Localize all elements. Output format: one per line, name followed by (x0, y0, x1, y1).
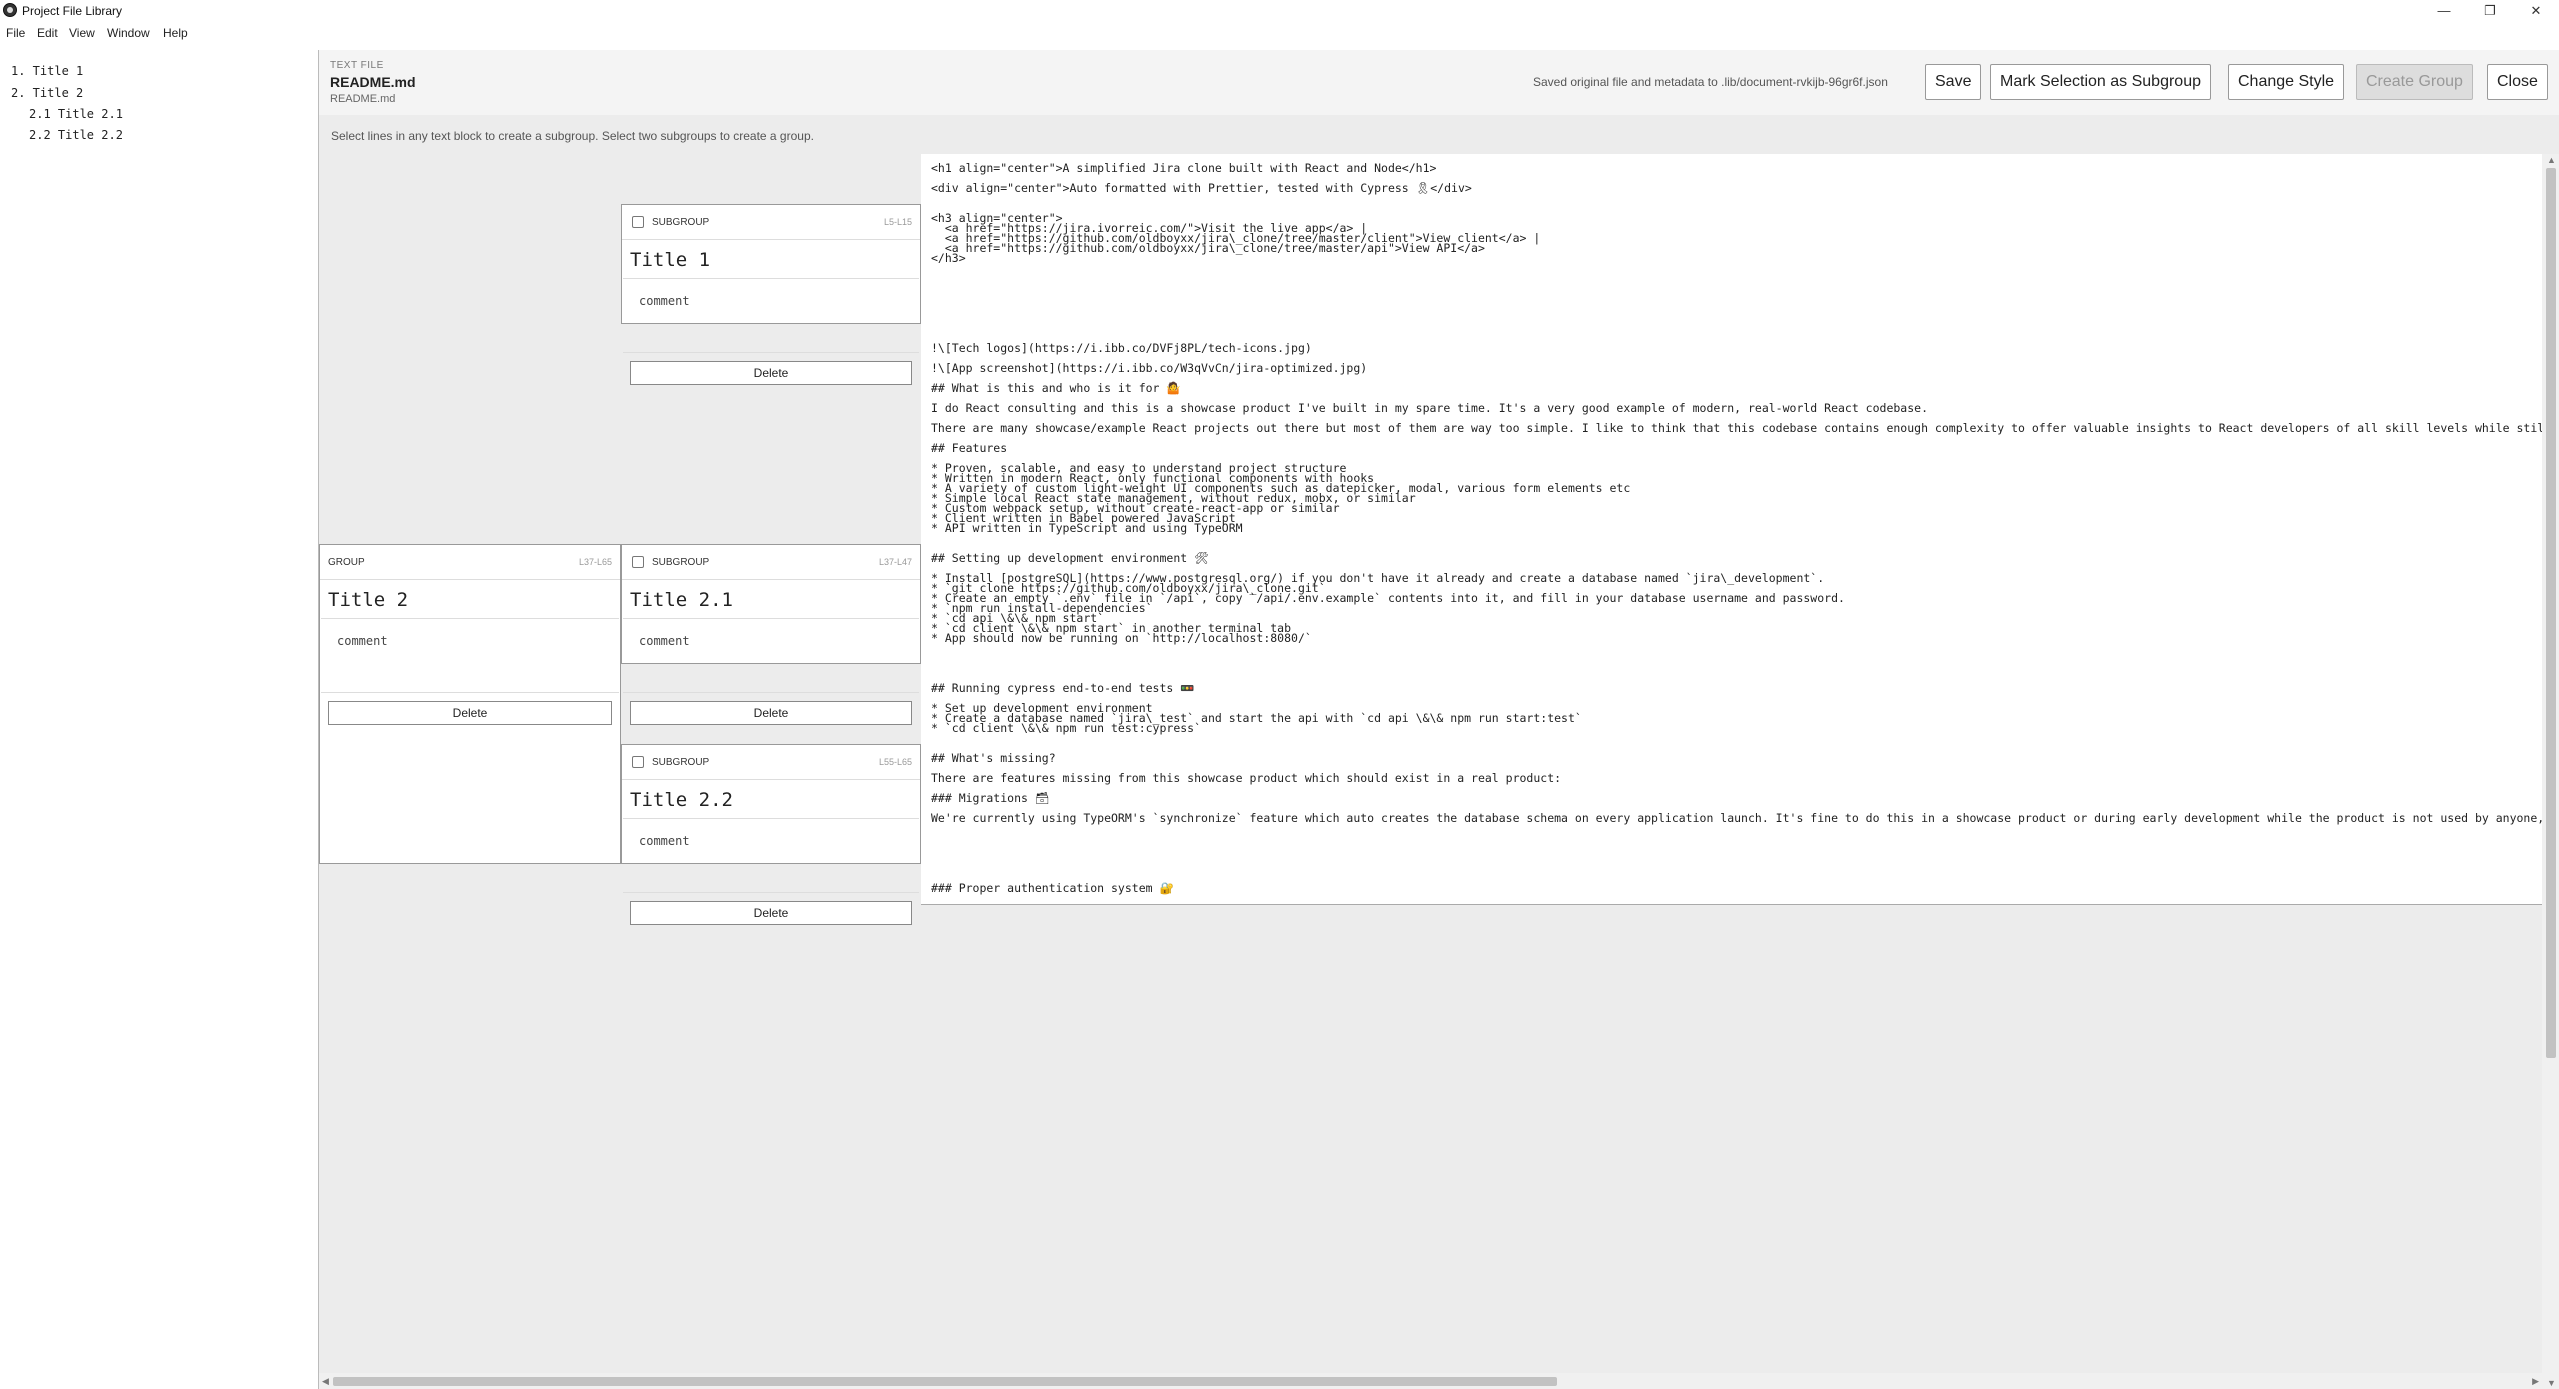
scroll-up-icon[interactable]: ▲ (2547, 155, 2556, 165)
menu-file[interactable]: File (6, 26, 25, 40)
comment-text: comment (639, 634, 690, 648)
comment-field[interactable]: comment (623, 818, 919, 893)
save-button[interactable]: Save (1925, 64, 1982, 100)
text-block[interactable]: !\[Tech logos](https://i.ibb.co/DVFj8PL/… (921, 324, 2542, 545)
text-block[interactable]: ## Running cypress end-to-end tests 🚥 * S… (921, 664, 2542, 745)
card-title-input[interactable]: Title 2.2 (630, 789, 733, 811)
text-line[interactable]: ## Features (931, 441, 1007, 455)
document-panel: TEXT FILE README.md README.md Saved orig… (318, 50, 2559, 1389)
text-block[interactable]: <h3 align="center"> <a href="https://jir… (921, 204, 2542, 325)
scroll-right-icon[interactable]: ▶ (2532, 1376, 2539, 1387)
horizontal-scrollbar[interactable]: ◀ ▶ (319, 1373, 2542, 1389)
text-line[interactable]: There are many showcase/example React pr… (931, 421, 2542, 435)
menu-help[interactable]: Help (163, 26, 188, 40)
subgroup-card-title-1: SUBGROUP L5-L15 Title 1 comment Delete (621, 204, 921, 385)
close-window-button[interactable]: ✕ (2513, 0, 2559, 22)
line-range: L37-L65 (578, 557, 612, 567)
comment-text: comment (639, 834, 690, 848)
delete-button[interactable]: Delete (328, 701, 612, 725)
card-kind-label: SUBGROUP (652, 557, 710, 568)
card-kind-label: SUBGROUP (652, 217, 710, 228)
select-checkbox[interactable] (632, 756, 644, 768)
maximize-button[interactable]: ❐ (2467, 0, 2513, 22)
delete-button[interactable]: Delete (630, 701, 912, 725)
delete-button[interactable]: Delete (630, 361, 912, 385)
vertical-scrollbar[interactable]: ▲ ▼ (2542, 154, 2559, 1389)
file-subtitle: README.md (330, 93, 396, 105)
card-header: SUBGROUP L55-L65 (622, 745, 920, 780)
text-line[interactable]: <h1 align="center">A simplified Jira clo… (931, 161, 1436, 175)
card-header: SUBGROUP L37-L47 (622, 545, 920, 580)
text-line[interactable]: ## What is this and who is it for 🤷 (931, 381, 1181, 395)
card-header: GROUP L37-L65 (320, 545, 620, 580)
change-style-button[interactable]: Change Style (2228, 64, 2345, 100)
save-status: Saved original file and metadata to .lib… (1533, 75, 1888, 89)
toc-item-title-2-1[interactable]: 2.1 Title 2.1 (29, 107, 123, 121)
menu-edit[interactable]: Edit (37, 26, 58, 40)
text-line[interactable]: There are features missing from this sho… (931, 771, 1561, 785)
select-checkbox[interactable] (632, 216, 644, 228)
text-line[interactable]: * `cd client \&\& npm run test:cypress` (931, 721, 1201, 735)
card-title-input[interactable]: Title 2.1 (630, 589, 733, 611)
mark-subgroup-button[interactable]: Mark Selection as Subgroup (1990, 64, 2211, 100)
comment-field[interactable]: comment (623, 618, 919, 693)
close-button[interactable]: Close (2487, 64, 2548, 100)
card-title-input[interactable]: Title 1 (630, 249, 710, 271)
toc-item-title-1[interactable]: 1. Title 1 (11, 64, 83, 78)
text-line[interactable]: * App should now be running on `http://l… (931, 631, 1312, 645)
text-line[interactable]: ### Proper authentication system 🔐 (931, 881, 1174, 895)
line-range: L55-L65 (878, 757, 912, 767)
text-line[interactable]: ### Migrations 🗃 (931, 791, 1049, 805)
comment-text: comment (639, 294, 690, 308)
delete-button[interactable]: Delete (630, 901, 912, 925)
text-block[interactable]: ## What's missing? There are features mis… (921, 744, 2542, 865)
menu-window[interactable]: Window (107, 26, 150, 40)
minimize-button[interactable]: — (2421, 0, 2467, 22)
scroll-left-icon[interactable]: ◀ (322, 1376, 329, 1387)
card-header: SUBGROUP L5-L15 (622, 205, 920, 240)
subgroup-card-title-2-2: SUBGROUP L55-L65 Title 2.2 comment Delete (621, 744, 921, 925)
comment-text: comment (337, 634, 388, 648)
text-line[interactable]: ## Running cypress end-to-end tests 🚥 (931, 681, 1195, 695)
horizontal-scroll-thumb[interactable] (333, 1377, 1557, 1386)
card-kind-label: GROUP (328, 557, 365, 568)
text-line[interactable]: ## Setting up development environment 🛠 (931, 551, 1209, 565)
toc-item-title-2-2[interactable]: 2.2 Title 2.2 (29, 128, 123, 142)
comment-field[interactable]: comment (321, 618, 619, 693)
group-card-title-2: GROUP L37-L65 Title 2 comment Delete (319, 544, 621, 864)
menu-view[interactable]: View (69, 26, 95, 40)
toc-item-title-2[interactable]: 2. Title 2 (11, 86, 83, 100)
text-line[interactable]: <div align="center">Auto formatted with … (931, 181, 1472, 195)
hint-text: Select lines in any text block to create… (331, 129, 814, 143)
line-range: L5-L15 (883, 217, 912, 227)
window-title: Project File Library (22, 4, 123, 18)
text-line[interactable]: </h3> (931, 251, 966, 265)
text-block[interactable]: ### Proper authentication system 🔐 (921, 864, 2542, 905)
card-title-input[interactable]: Title 2 (328, 589, 408, 611)
text-line[interactable]: * API written in TypeScript and using Ty… (931, 521, 1243, 535)
vertical-scroll-thumb[interactable] (2546, 168, 2556, 1058)
text-line[interactable]: !\[App screenshot](https://i.ibb.co/W3qV… (931, 361, 1367, 375)
file-title: README.md (330, 74, 416, 90)
text-line[interactable]: ## What's missing? (931, 751, 1056, 765)
comment-field[interactable]: comment (623, 278, 919, 353)
file-kind-label: TEXT FILE (330, 60, 384, 71)
text-block[interactable]: <h1 align="center">A simplified Jira clo… (921, 154, 2542, 205)
subgroup-card-title-2-1: SUBGROUP L37-L47 Title 2.1 comment Delete (621, 544, 921, 725)
text-block[interactable]: ## Setting up development environment 🛠 *… (921, 544, 2542, 665)
title-bar: Project File Library — ❐ ✕ (0, 0, 2559, 22)
text-line[interactable]: I do React consulting and this is a show… (931, 401, 1928, 415)
text-line[interactable]: <a href="https://github.com/oldboyxx/jir… (931, 241, 1485, 255)
toc-sidebar: 1. Title 1 2. Title 2 2.1 Title 2.1 2.2 … (0, 52, 318, 1389)
text-line[interactable]: !\[Tech logos](https://i.ibb.co/DVFj8PL/… (931, 341, 1312, 355)
document-content: <h1 align="center">A simplified Jira clo… (319, 154, 2542, 1389)
select-checkbox[interactable] (632, 556, 644, 568)
card-kind-label: SUBGROUP (652, 757, 710, 768)
app-icon (3, 3, 17, 17)
create-group-button[interactable]: Create Group (2356, 64, 2473, 100)
scroll-down-icon[interactable]: ▼ (2547, 1378, 2556, 1388)
line-range: L37-L47 (878, 557, 912, 567)
text-line[interactable]: We're currently using TypeORM's `synchro… (931, 811, 2542, 825)
document-header: TEXT FILE README.md README.md Saved orig… (319, 50, 2559, 116)
